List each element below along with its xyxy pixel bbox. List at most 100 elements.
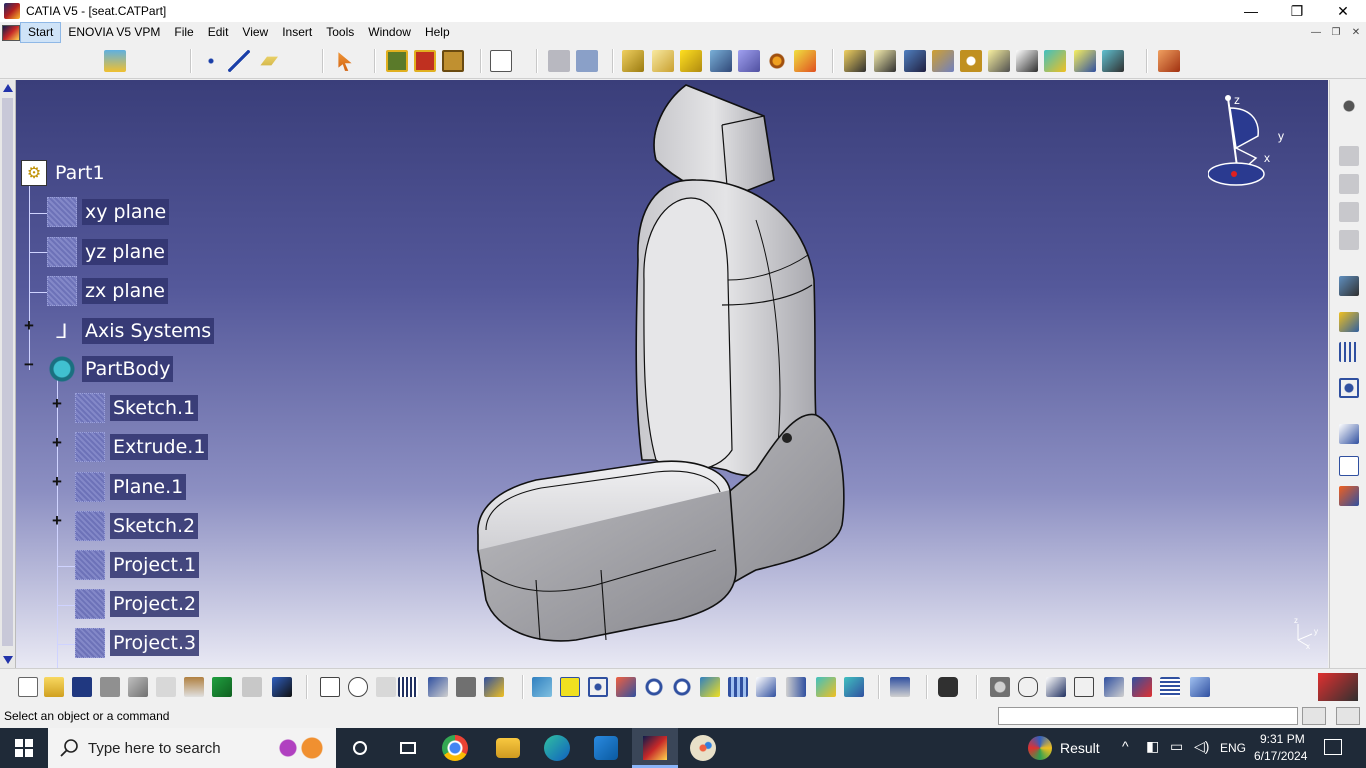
axis-icon[interactable] [1046,677,1066,697]
result-label[interactable]: Result [1060,740,1100,756]
tree-node-yz-plane[interactable]: yz plane [47,237,168,267]
expand-icon[interactable]: + [50,394,64,413]
annotation-icon[interactable] [1339,424,1359,444]
comment-icon[interactable] [348,677,368,697]
shell-icon[interactable] [932,50,954,72]
save-icon[interactable] [72,677,92,697]
tree-scrollbar[interactable] [0,80,16,668]
hole-icon[interactable] [738,50,760,72]
lock-icon[interactable] [456,677,476,697]
tree-structure-icon[interactable] [428,677,448,697]
update-icon[interactable] [386,50,408,72]
clock-time[interactable]: 9:31 PM [1260,732,1305,746]
meet-now-icon[interactable]: ◧ [1146,738,1159,755]
tree-node-part1[interactable]: ⚙ Part1 [21,158,108,188]
expand-icon[interactable]: + [50,511,64,530]
command-input[interactable] [998,707,1298,725]
task-view-circle-icon[interactable] [344,732,376,764]
update-all-icon[interactable] [414,50,436,72]
fit-all-icon[interactable] [560,677,580,697]
menu-insert[interactable]: Insert [275,22,319,43]
reference-element-icon[interactable] [1339,378,1359,398]
fly-mode-icon[interactable] [532,677,552,697]
edge-icon[interactable] [544,735,570,761]
task-view-icon[interactable] [392,732,424,764]
measure-icon[interactable] [576,50,598,72]
expand-icon[interactable]: + [50,472,64,491]
scroll-down-icon[interactable] [3,656,13,664]
swap-visible-icon[interactable] [844,677,864,697]
pad-icon[interactable] [622,50,644,72]
remove-face-icon[interactable] [1016,50,1038,72]
settings-gear-icon[interactable] [1339,96,1359,116]
collapse-icon[interactable]: − [22,355,36,374]
menu-edit[interactable]: Edit [201,22,236,43]
manual-update-icon[interactable] [442,50,464,72]
measure-between-icon[interactable] [990,677,1010,697]
constraint-icon[interactable] [1339,146,1359,166]
clock-date[interactable]: 6/17/2024 [1254,749,1307,763]
paint-icon[interactable] [690,735,716,761]
power-input-button[interactable] [1336,707,1360,725]
mirror-icon[interactable] [1074,50,1096,72]
analysis-icon[interactable] [1132,677,1152,697]
tree-node-axis-systems[interactable]: ⅃ Axis Systems [47,316,215,346]
split-icon[interactable] [1339,312,1359,332]
camera-icon[interactable] [938,677,958,697]
paste-icon[interactable] [184,677,204,697]
isometric-view-icon[interactable] [756,677,776,697]
chamfer-icon[interactable] [874,50,896,72]
menu-file[interactable]: File [167,22,200,43]
seat-model[interactable] [16,80,1328,668]
groove-icon[interactable] [710,50,732,72]
print-icon[interactable] [100,677,120,697]
list-icon[interactable] [1160,677,1180,697]
draft-icon[interactable] [904,50,926,72]
plane-tool-icon[interactable] [260,56,278,66]
select-arrow-icon[interactable] [338,52,352,71]
rotate-icon[interactable] [616,677,636,697]
fillet-icon[interactable] [844,50,866,72]
pattern-icon[interactable] [1102,50,1124,72]
doc-restore-button[interactable]: ❐ [1326,22,1346,43]
menu-help[interactable]: Help [418,22,457,43]
slot-icon[interactable] [794,50,816,72]
layers-icon[interactable] [104,50,126,72]
maximize-button[interactable]: ❐ [1274,0,1320,22]
vscode-icon[interactable] [594,736,618,760]
expand-icon[interactable]: + [50,433,64,452]
tree-node-project1[interactable]: Project.1 [75,550,200,580]
tree-node-project2[interactable]: Project.2 [75,589,200,619]
close-button[interactable]: ✕ [1320,0,1366,22]
taskbar-search-box[interactable]: Type here to search [48,728,336,768]
tree-node-xy-plane[interactable]: xy plane [47,197,170,227]
expand-icon[interactable]: + [22,316,36,335]
compass-icon[interactable]: z y x [1208,88,1288,198]
tree-node-extrude1[interactable]: Extrude.1 [75,432,209,462]
tree-node-plane1[interactable]: Plane.1 [75,472,187,502]
tree-node-sketch1[interactable]: Sketch.1 [75,393,199,423]
sketcher-icon[interactable] [490,50,512,72]
formula-fx-icon[interactable] [320,677,340,697]
copy-paste-icon[interactable] [548,50,570,72]
catalog-icon[interactable] [484,677,504,697]
menu-enovia[interactable]: ENOVIA V5 VPM [61,22,167,43]
scroll-up-icon[interactable] [3,84,13,92]
network-icon[interactable]: ▭ [1170,738,1183,755]
catia-taskbar-active[interactable] [632,728,678,768]
pocket-icon[interactable] [652,50,674,72]
document-icon[interactable] [2,24,20,41]
menu-start[interactable]: Start [20,22,62,43]
text-icon[interactable] [1339,456,1359,476]
grid-icon[interactable] [1339,342,1359,362]
eraser-icon[interactable] [1190,677,1210,697]
light-icon[interactable] [376,677,396,697]
volume-icon[interactable]: ◁) [1194,738,1209,755]
redo-icon[interactable] [242,677,262,697]
chevron-up-icon[interactable]: ^ [1122,738,1129,754]
shading-icon[interactable] [786,677,806,697]
tree-node-sketch2[interactable]: Sketch.2 [75,511,199,541]
constraint4-icon[interactable] [1339,230,1359,250]
scale-icon[interactable] [1074,677,1094,697]
toggle-panel-button[interactable] [1302,707,1326,725]
